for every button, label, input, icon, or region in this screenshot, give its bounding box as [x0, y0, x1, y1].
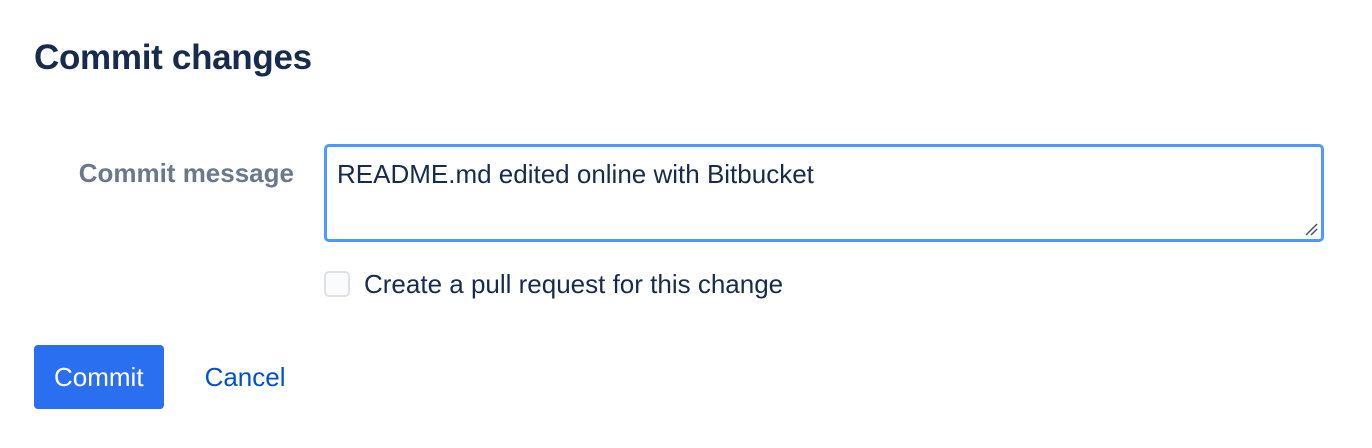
commit-button[interactable]: Commit	[34, 345, 164, 409]
pull-request-checkbox[interactable]	[324, 271, 350, 297]
commit-changes-dialog: Commit changes Commit message README.md …	[0, 0, 1372, 448]
commit-message-value[interactable]: README.md edited online with Bitbucket	[337, 159, 814, 190]
pull-request-option[interactable]: Create a pull request for this change	[324, 266, 783, 302]
resize-handle-icon[interactable]	[1304, 222, 1318, 236]
dialog-actions: Commit Cancel	[34, 345, 286, 409]
commit-message-label: Commit message	[78, 158, 294, 188]
cancel-link[interactable]: Cancel	[205, 362, 286, 393]
commit-message-row: Commit message README.md edited online w…	[0, 144, 1372, 242]
commit-message-textarea[interactable]: README.md edited online with Bitbucket	[324, 144, 1324, 242]
pull-request-label[interactable]: Create a pull request for this change	[364, 269, 783, 300]
dialog-title: Commit changes	[34, 38, 312, 77]
